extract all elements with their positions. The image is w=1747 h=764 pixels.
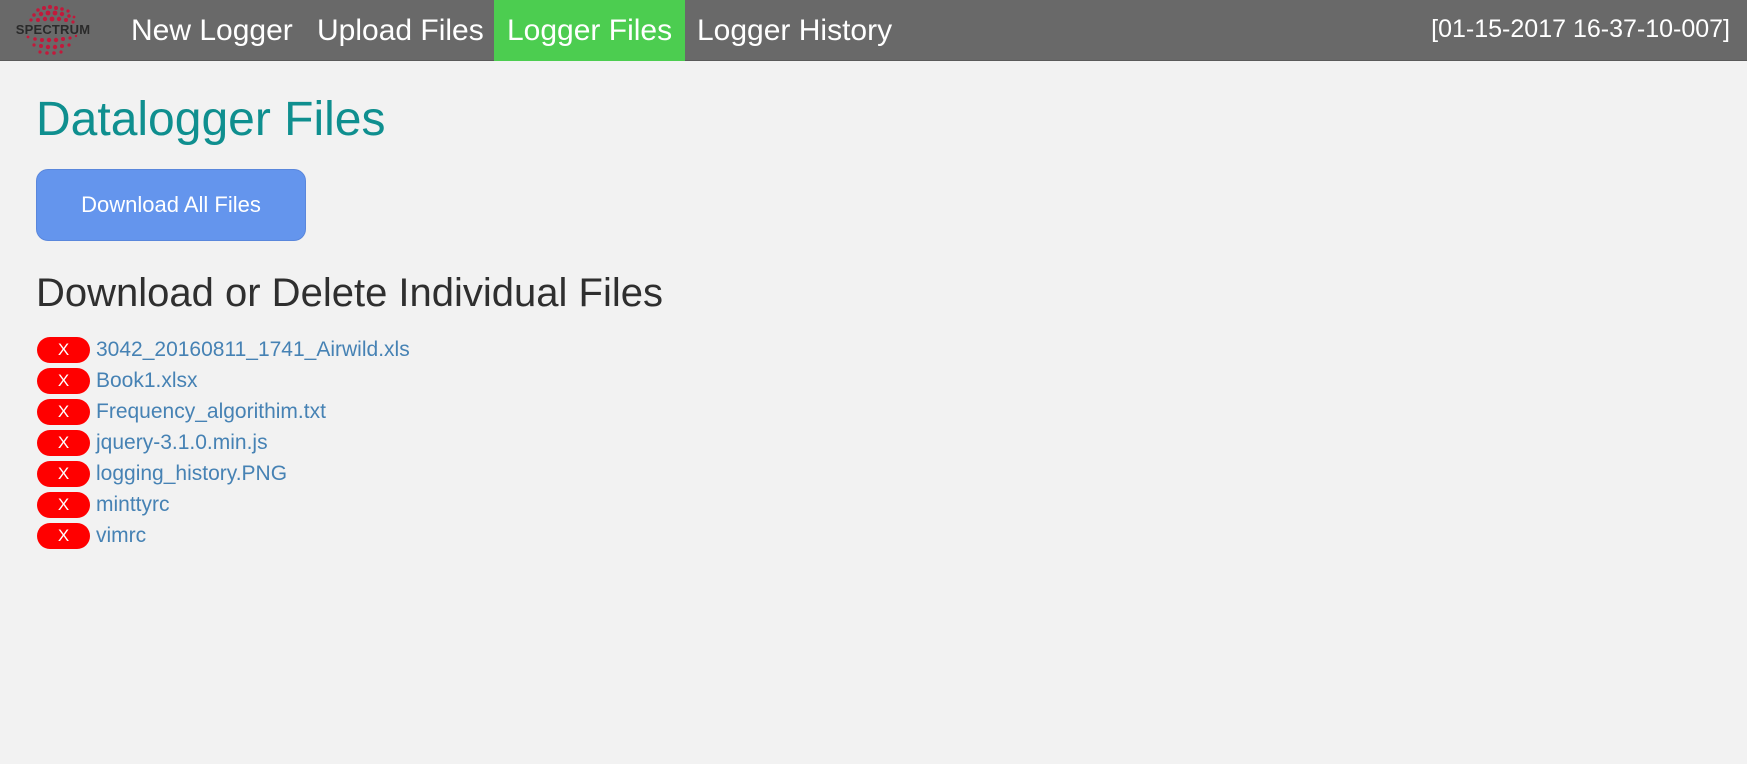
delete-file-button[interactable]: X [37,522,90,549]
file-download-link[interactable]: Book1.xlsx [96,369,198,393]
file-download-link[interactable]: vimrc [96,524,146,548]
page-title: Datalogger Files [36,93,386,146]
nav-logger-files[interactable]: Logger Files [494,0,686,61]
nav-new-logger[interactable]: New Logger [131,0,293,61]
delete-file-button[interactable]: X [37,336,90,363]
logo-text: SPECTRUM [16,22,91,37]
top-navbar: SPECTRUM New Logger Upload Files Logger … [0,0,1747,61]
file-row: X minttyrc [37,489,410,520]
file-row: X vimrc [37,520,410,551]
file-row: X jquery-3.1.0.min.js [37,427,410,458]
timestamp-display: [01-15-2017 16-37-10-007] [1431,15,1730,43]
file-download-link[interactable]: jquery-3.1.0.min.js [96,431,268,455]
file-row: X logging_history.PNG [37,458,410,489]
file-download-link[interactable]: logging_history.PNG [96,462,287,486]
download-all-files-button[interactable]: Download All Files [36,169,306,241]
file-download-link[interactable]: 3042_20160811_1741_Airwild.xls [96,338,410,362]
delete-file-button[interactable]: X [37,460,90,487]
file-download-link[interactable]: minttyrc [96,493,170,517]
file-row: X Book1.xlsx [37,365,410,396]
spectrum-logo[interactable]: SPECTRUM [4,4,102,56]
file-download-link[interactable]: Frequency_algorithim.txt [96,400,326,424]
nav-logger-history[interactable]: Logger History [697,0,892,61]
section-title: Download or Delete Individual Files [36,271,663,315]
nav-upload-files[interactable]: Upload Files [317,0,484,61]
delete-file-button[interactable]: X [37,367,90,394]
delete-file-button[interactable]: X [37,429,90,456]
delete-file-button[interactable]: X [37,491,90,518]
delete-file-button[interactable]: X [37,398,90,425]
file-row: X Frequency_algorithim.txt [37,396,410,427]
file-list: X 3042_20160811_1741_Airwild.xls X Book1… [37,334,410,551]
file-row: X 3042_20160811_1741_Airwild.xls [37,334,410,365]
